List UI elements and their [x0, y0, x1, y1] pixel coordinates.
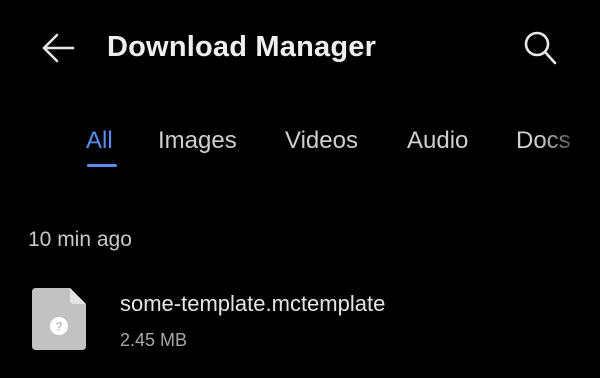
tab-images[interactable]: Images	[158, 126, 237, 156]
svg-text:?: ?	[55, 320, 62, 334]
page-title: Download Manager	[107, 31, 377, 63]
section-header-time: 10 min ago	[28, 228, 132, 251]
unknown-file-icon: ?	[32, 288, 86, 350]
tab-videos[interactable]: Videos	[285, 126, 358, 156]
file-name: some-template.mctemplate	[120, 291, 386, 316]
app-bar: Download Manager	[0, 0, 600, 96]
back-arrow-icon	[42, 33, 75, 63]
tab-audio[interactable]: Audio	[407, 126, 468, 156]
download-manager-screen: Download Manager All Images Videos Audio…	[0, 0, 600, 378]
back-button[interactable]	[36, 26, 80, 70]
search-button[interactable]	[516, 24, 564, 72]
list-item[interactable]: ? some-template.mctemplate 2.45 MB	[0, 276, 600, 362]
file-size: 2.45 MB	[120, 330, 188, 350]
search-icon	[524, 31, 557, 65]
category-tabs: All Images Videos Audio Docs	[0, 118, 600, 174]
active-tab-indicator	[87, 164, 117, 167]
tab-all[interactable]: All	[86, 126, 113, 156]
tab-docs[interactable]: Docs	[516, 126, 571, 156]
